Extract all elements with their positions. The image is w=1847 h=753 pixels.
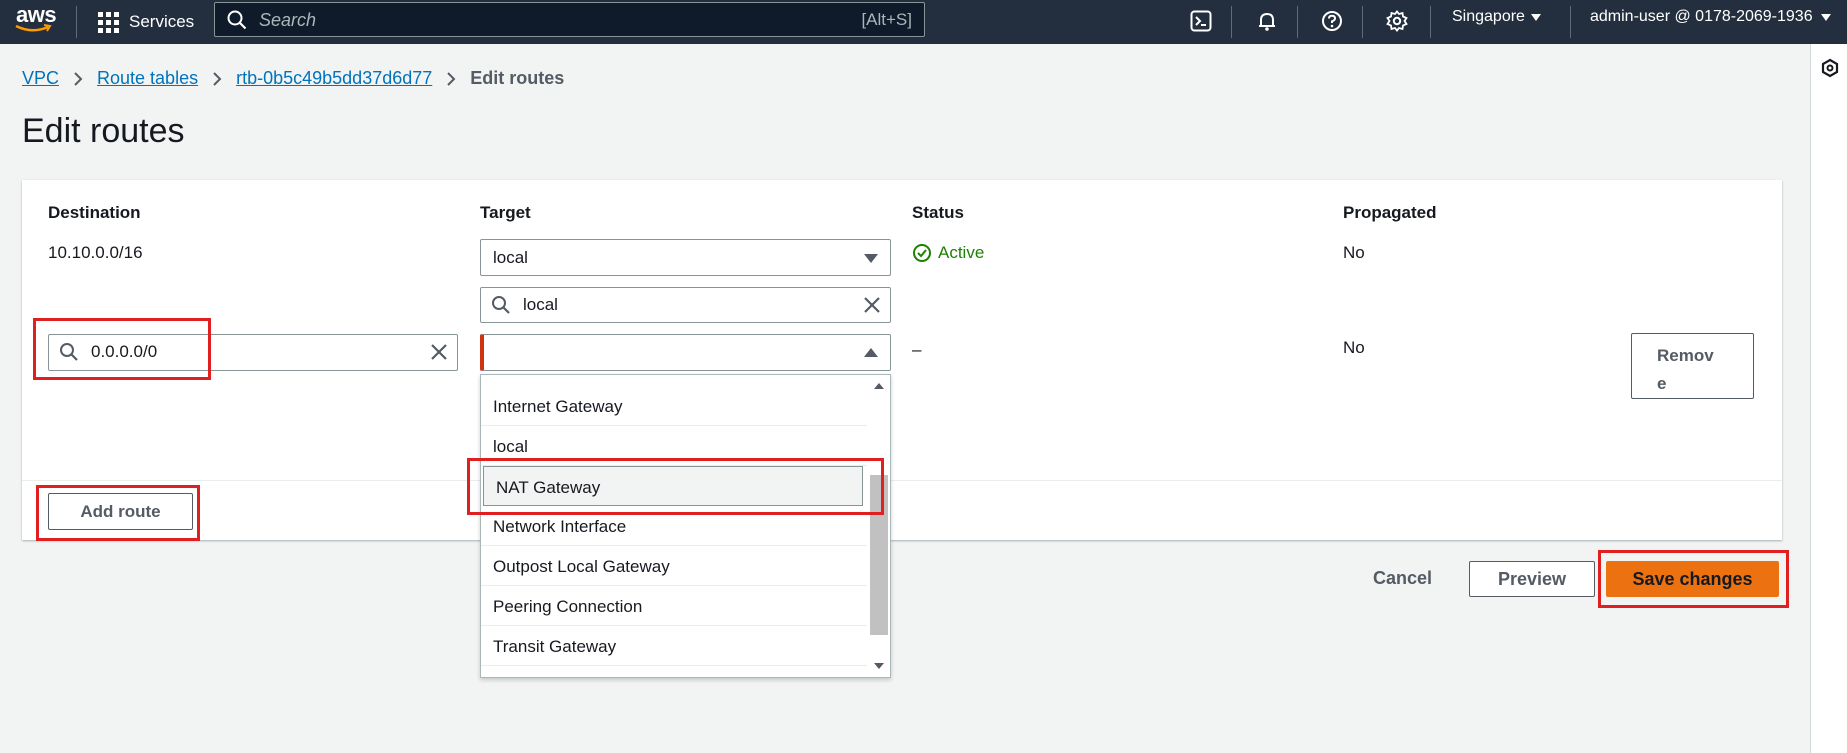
- dropdown-option[interactable]: Peering Connection: [481, 586, 867, 626]
- services-grid-icon: [98, 11, 119, 33]
- success-check-icon: [913, 244, 931, 262]
- dropdown-scrollbar[interactable]: [868, 375, 890, 677]
- chevron-down-icon: [1820, 13, 1831, 21]
- search-shortcut-hint: [Alt+S]: [861, 10, 912, 29]
- target-select[interactable]: local: [480, 239, 891, 276]
- target-options-dropdown[interactable]: Internet Gateway local NAT Gateway Netwo…: [480, 374, 891, 678]
- chevron-down-icon: [1530, 13, 1541, 21]
- save-changes-button[interactable]: Save changes: [1606, 561, 1779, 597]
- column-header-propagated: Propagated: [1343, 203, 1437, 222]
- region-label: Singapore: [1452, 8, 1525, 25]
- search-icon: [60, 343, 78, 361]
- aws-logo[interactable]: aws: [14, 2, 58, 38]
- dropdown-option[interactable]: Network Interface: [481, 506, 867, 546]
- target-filter-input[interactable]: [523, 292, 823, 318]
- nav-divider: [1297, 6, 1298, 38]
- services-label: Services: [129, 12, 195, 31]
- route-status-label: Active: [938, 243, 985, 262]
- top-navigation-bar: aws Services [Alt+S] Singapore: [0, 0, 1847, 44]
- remove-label-line2: e: [1657, 374, 1667, 393]
- chevron-right-icon: [446, 71, 456, 87]
- target-select-value: local: [493, 248, 528, 267]
- services-menu-button[interactable]: Services: [98, 6, 194, 38]
- breadcrumb-route-tables-link[interactable]: Route tables: [97, 68, 198, 89]
- chevron-right-icon: [212, 71, 222, 87]
- destination-input[interactable]: [91, 339, 391, 365]
- remove-route-button[interactable]: Remov e: [1631, 333, 1754, 399]
- cloudshell-icon[interactable]: [1186, 6, 1216, 36]
- page-title: Edit routes: [22, 112, 185, 150]
- dropdown-option[interactable]: Internet Gateway: [481, 386, 867, 426]
- global-search[interactable]: [Alt+S]: [214, 2, 925, 37]
- route-status: Active: [912, 243, 984, 263]
- dropdown-option[interactable]: local: [481, 426, 867, 466]
- target-select-open[interactable]: [480, 334, 891, 371]
- nav-divider: [1231, 6, 1232, 38]
- panel-divider: [22, 480, 1782, 481]
- nav-divider: [76, 6, 77, 38]
- route-status: –: [912, 340, 922, 359]
- chevron-right-icon: [73, 71, 83, 87]
- global-search-input[interactable]: [259, 7, 759, 33]
- destination-field[interactable]: [48, 334, 458, 371]
- breadcrumb: VPC Route tables rtb-0b5c49b5dd37d6d77 E…: [22, 68, 564, 89]
- caret-up-icon: [864, 348, 878, 357]
- scrollbar-thumb[interactable]: [870, 475, 888, 635]
- region-selector[interactable]: Singapore: [1452, 8, 1541, 26]
- search-icon: [227, 10, 247, 30]
- caret-down-icon: [864, 254, 878, 263]
- account-label: admin-user @ 0178-2069-1936: [1590, 8, 1813, 25]
- dropdown-option-highlighted[interactable]: NAT Gateway: [483, 466, 863, 506]
- route-destination: 10.10.0.0/16: [48, 243, 143, 262]
- breadcrumb-vpc-link[interactable]: VPC: [22, 68, 59, 89]
- scroll-up-arrow-icon[interactable]: [874, 383, 884, 389]
- column-header-target: Target: [480, 203, 531, 222]
- settings-gear-icon[interactable]: [1382, 6, 1412, 36]
- column-header-destination: Destination: [48, 203, 141, 222]
- clear-icon[interactable]: [862, 295, 882, 315]
- target-filter-field[interactable]: [480, 287, 891, 323]
- routes-panel: Destination Target Status Propagated 10.…: [22, 180, 1782, 540]
- nav-divider: [1362, 6, 1363, 38]
- column-header-status: Status: [912, 203, 964, 222]
- aws-smile-icon: [15, 24, 52, 32]
- add-route-button[interactable]: Add route: [48, 493, 193, 530]
- route-propagated: No: [1343, 243, 1365, 262]
- scroll-down-arrow-icon[interactable]: [874, 663, 884, 669]
- notifications-bell-icon[interactable]: [1252, 6, 1282, 36]
- breadcrumb-current: Edit routes: [470, 68, 565, 88]
- dropdown-option[interactable]: Transit Gateway: [481, 626, 867, 666]
- preview-button[interactable]: Preview: [1469, 561, 1595, 597]
- right-tools-rail: [1810, 44, 1847, 753]
- nav-divider: [1430, 6, 1431, 38]
- cancel-button[interactable]: Cancel: [1373, 568, 1432, 589]
- breadcrumb-route-table-link[interactable]: rtb-0b5c49b5dd37d6d77: [236, 68, 432, 89]
- remove-label-line1: Remov: [1657, 346, 1714, 365]
- account-menu[interactable]: admin-user @ 0178-2069-1936: [1590, 8, 1831, 26]
- info-panel-icon[interactable]: [1821, 58, 1839, 78]
- route-propagated: No: [1343, 338, 1365, 357]
- nav-divider: [1570, 6, 1571, 38]
- clear-icon[interactable]: [429, 342, 449, 362]
- help-icon[interactable]: [1317, 6, 1347, 36]
- dropdown-option[interactable]: Outpost Local Gateway: [481, 546, 867, 586]
- search-icon: [492, 296, 510, 314]
